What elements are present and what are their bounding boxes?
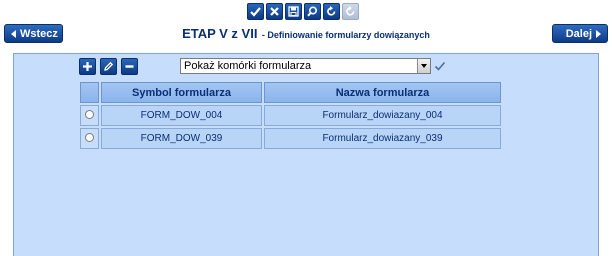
row-select-cell [80, 105, 99, 126]
save-icon [288, 6, 299, 17]
cell-name[interactable]: Formularz_dowiazany_004 [264, 105, 501, 126]
apply-filter-button[interactable] [434, 60, 446, 72]
row-radio[interactable] [85, 109, 94, 119]
cell-name[interactable]: Formularz_dowiazany_039 [264, 128, 501, 149]
cell-symbol[interactable]: FORM_DOW_039 [101, 128, 262, 149]
close-icon [270, 7, 279, 16]
chevron-down-icon[interactable] [417, 59, 430, 73]
check-icon [250, 7, 261, 17]
page-title: ETAP V z VII - Definiowanie formularzy d… [0, 25, 612, 43]
row-select-cell [80, 128, 99, 149]
pencil-icon [104, 61, 114, 71]
plus-icon [83, 62, 92, 71]
column-header-name: Nazwa formularza [264, 82, 501, 103]
minus-icon [125, 65, 134, 68]
title-main: ETAP V z VII [182, 26, 258, 41]
view-select-value: Pokaż komórki formularza [184, 60, 312, 72]
table-row[interactable]: FORM_DOW_039 Formularz_dowiazany_039 [80, 128, 501, 149]
forms-table: Symbol formularza Nazwa formularza FORM_… [78, 80, 503, 151]
search-button[interactable] [304, 3, 321, 20]
undo-button[interactable] [323, 3, 340, 20]
row-radio[interactable] [85, 132, 94, 142]
refresh-icon [346, 6, 355, 16]
undo-icon [327, 6, 336, 16]
save-button[interactable] [285, 3, 302, 20]
search-icon [307, 6, 318, 17]
close-button[interactable] [266, 3, 283, 20]
table-row[interactable]: FORM_DOW_004 Formularz_dowiazany_004 [80, 105, 501, 126]
check-icon [434, 61, 446, 71]
add-button[interactable] [79, 58, 96, 75]
table-header-row: Symbol formularza Nazwa formularza [80, 82, 501, 103]
edit-button[interactable] [100, 58, 117, 75]
title-subtitle: - Definiowanie formularzy dowiązanych [261, 30, 430, 40]
top-toolbar [247, 3, 359, 20]
remove-button[interactable] [121, 58, 138, 75]
cell-symbol[interactable]: FORM_DOW_004 [101, 105, 262, 126]
refresh-button [342, 3, 359, 20]
view-select[interactable]: Pokaż komórki formularza [180, 58, 431, 74]
select-column-header [80, 82, 99, 103]
column-header-symbol: Symbol formularza [101, 82, 262, 103]
check-button[interactable] [247, 3, 264, 20]
